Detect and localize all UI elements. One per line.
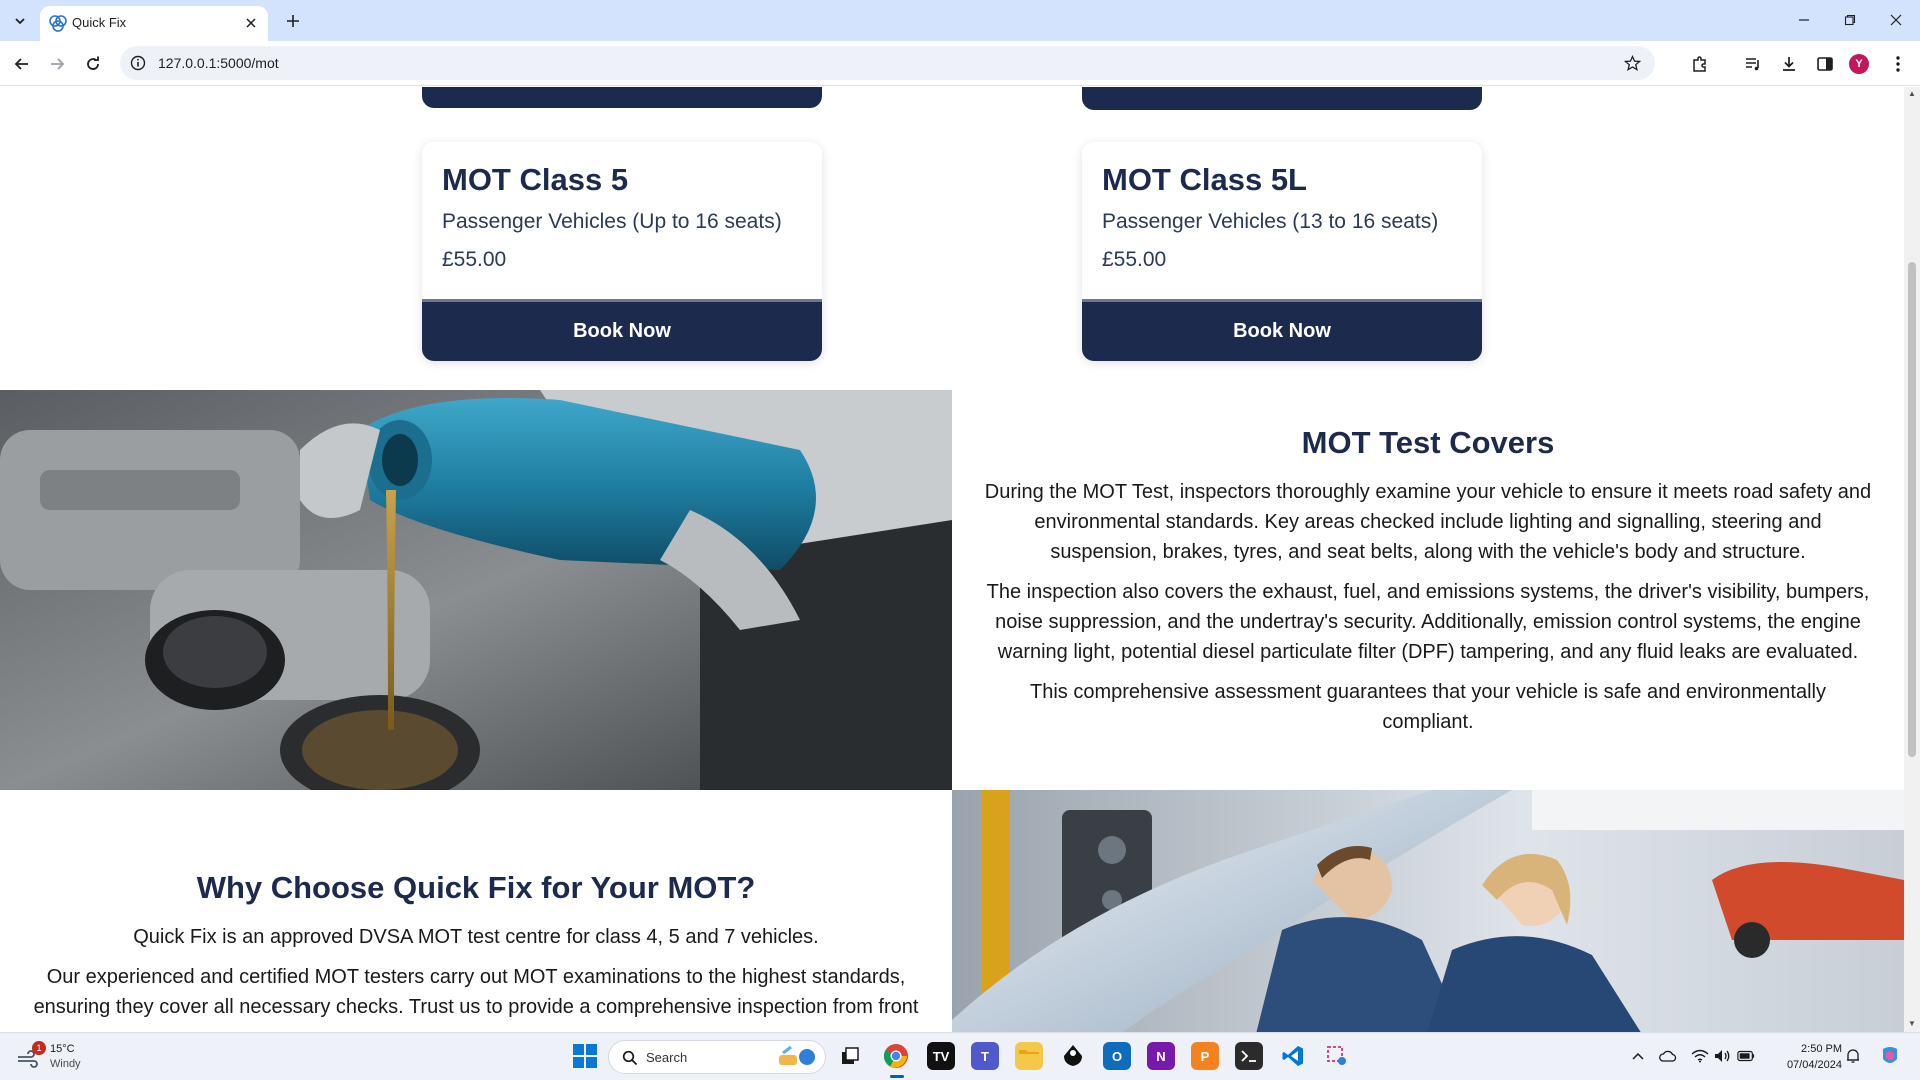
tab-quick-fix[interactable]: Quick Fix	[40, 6, 268, 41]
section-heading: Why Choose Quick Fix for Your MOT?	[196, 870, 756, 905]
mot-class-5l-card: MOT Class 5L Passenger Vehicles (13 to 1…	[1082, 142, 1482, 361]
scrollbar-thumb[interactable]	[1908, 262, 1916, 757]
browser-tab-bar: Quick Fix	[0, 0, 1920, 41]
card-title: MOT Class 5	[442, 162, 629, 197]
section-heading: MOT Test Covers	[1301, 425, 1555, 460]
search-icon	[622, 1050, 638, 1066]
search-highlight-icon	[779, 1045, 815, 1065]
weather-condition: Windy	[50, 1058, 81, 1070]
new-tab-plus-icon[interactable]	[281, 9, 305, 33]
browser-menu-icon[interactable]	[1885, 51, 1911, 77]
side-panel-icon[interactable]	[1812, 51, 1838, 77]
windows-start-icon[interactable]	[572, 1043, 598, 1069]
chrome-icon[interactable]	[882, 1042, 910, 1070]
address-bar[interactable]: 127.0.0.1:5000/mot	[120, 46, 1655, 80]
chrome-running-indicator	[890, 1075, 904, 1078]
reload-icon[interactable]	[79, 50, 107, 78]
book-now-button[interactable]: Book Now	[1082, 299, 1482, 361]
windows-taskbar: 1 15°C Windy Search TV T O N P 2:50 PM 0…	[0, 1032, 1920, 1080]
profile-avatar[interactable]: Y	[1849, 54, 1869, 74]
scroll-down-arrow-icon[interactable]: ▼	[1908, 1020, 1916, 1028]
system-clock[interactable]: 2:50 PM 07/04/2024	[1770, 1041, 1842, 1073]
tab-title: Quick Fix	[72, 15, 127, 30]
covers-paragraph: The inspection also covers the exhaust, …	[986, 581, 1870, 663]
forward-arrow-icon[interactable]	[43, 50, 71, 78]
bookmark-star-icon[interactable]	[1621, 52, 1643, 74]
snipping-tool-icon[interactable]	[1323, 1042, 1351, 1070]
scroll-up-arrow-icon[interactable]: ▲	[1908, 90, 1916, 98]
volume-icon[interactable]	[1713, 1047, 1731, 1065]
extensions-puzzle-icon[interactable]	[1687, 51, 1713, 77]
page-viewport: MOT Class 5 Passenger Vehicles (Up to 16…	[0, 87, 1904, 1032]
weather-alert-badge: 1	[32, 1041, 46, 1055]
inkscape-icon[interactable]	[1059, 1042, 1087, 1070]
why-paragraph: Quick Fix is an approved DVSA MOT test c…	[133, 926, 819, 948]
close-tab-icon[interactable]	[242, 14, 260, 32]
card-description: Passenger Vehicles (Up to 16 seats)	[442, 210, 782, 233]
why-paragraph: Our experienced and certified MOT tester…	[33, 966, 919, 1018]
copilot-icon[interactable]	[1878, 1044, 1902, 1068]
clock-date: 07/04/2024	[1786, 1059, 1842, 1071]
postman-icon[interactable]: P	[1191, 1042, 1219, 1070]
wifi-icon[interactable]	[1691, 1047, 1709, 1065]
book-now-button[interactable]: Book Now	[422, 299, 822, 361]
file-explorer-icon[interactable]	[1015, 1042, 1043, 1070]
notification-bell-icon[interactable]	[1844, 1047, 1862, 1065]
mot-class-5-card: MOT Class 5 Passenger Vehicles (Up to 16…	[422, 142, 822, 361]
terminal-icon[interactable]	[1235, 1042, 1263, 1070]
weather-temperature: 15°C	[50, 1043, 75, 1055]
covers-paragraph: During the MOT Test, inspectors thorough…	[984, 481, 1872, 563]
previous-book-now-button-left[interactable]	[422, 87, 822, 108]
teams-icon[interactable]: T	[971, 1042, 999, 1070]
previous-book-now-button-right[interactable]	[1082, 87, 1482, 110]
card-description: Passenger Vehicles (13 to 16 seats)	[1102, 210, 1439, 233]
search-label: Search	[646, 1050, 688, 1065]
battery-icon[interactable]	[1737, 1047, 1755, 1065]
onedrive-cloud-icon[interactable]	[1659, 1047, 1677, 1065]
engine-oil-pouring-photo	[0, 390, 952, 790]
mechanics-workshop-photo	[952, 790, 1904, 1032]
onenote-icon[interactable]: N	[1147, 1042, 1175, 1070]
weather-widget[interactable]: 1 15°C Windy	[14, 1041, 134, 1073]
mot-test-covers-section: MOT Test Covers During the MOT Test, ins…	[952, 390, 1904, 790]
quick-fix-favicon-icon	[48, 13, 68, 33]
outlook-icon[interactable]: O	[1103, 1042, 1131, 1070]
url-text[interactable]: 127.0.0.1:5000/mot	[158, 55, 279, 71]
close-window-icon[interactable]	[1873, 0, 1919, 40]
card-price: £55.00	[1102, 248, 1167, 271]
card-title: MOT Class 5L	[1102, 162, 1307, 197]
downloads-icon[interactable]	[1776, 51, 1802, 77]
clock-time: 2:50 PM	[1801, 1043, 1842, 1055]
tradingview-icon[interactable]: TV	[927, 1042, 955, 1070]
restore-window-icon[interactable]	[1827, 0, 1873, 40]
page-scrollbar[interactable]: ▲ ▼	[1904, 87, 1920, 1032]
covers-paragraph: This comprehensive assessment guarantees…	[1030, 681, 1826, 733]
tab-search-chevron-icon[interactable]	[9, 10, 31, 32]
minimize-window-icon[interactable]	[1781, 0, 1827, 40]
media-controls-icon[interactable]	[1740, 51, 1766, 77]
card-price: £55.00	[442, 248, 507, 271]
taskbar-search-box[interactable]: Search	[608, 1040, 826, 1074]
task-view-icon[interactable]	[836, 1042, 864, 1070]
browser-toolbar: 127.0.0.1:5000/mot Y	[0, 41, 1920, 86]
show-hidden-icons-chevron-icon[interactable]	[1629, 1047, 1647, 1065]
site-info-icon[interactable]	[128, 53, 148, 73]
why-choose-section: Why Choose Quick Fix for Your MOT? Quick…	[0, 790, 952, 1032]
vscode-icon[interactable]	[1279, 1042, 1307, 1070]
back-arrow-icon[interactable]	[8, 50, 36, 78]
